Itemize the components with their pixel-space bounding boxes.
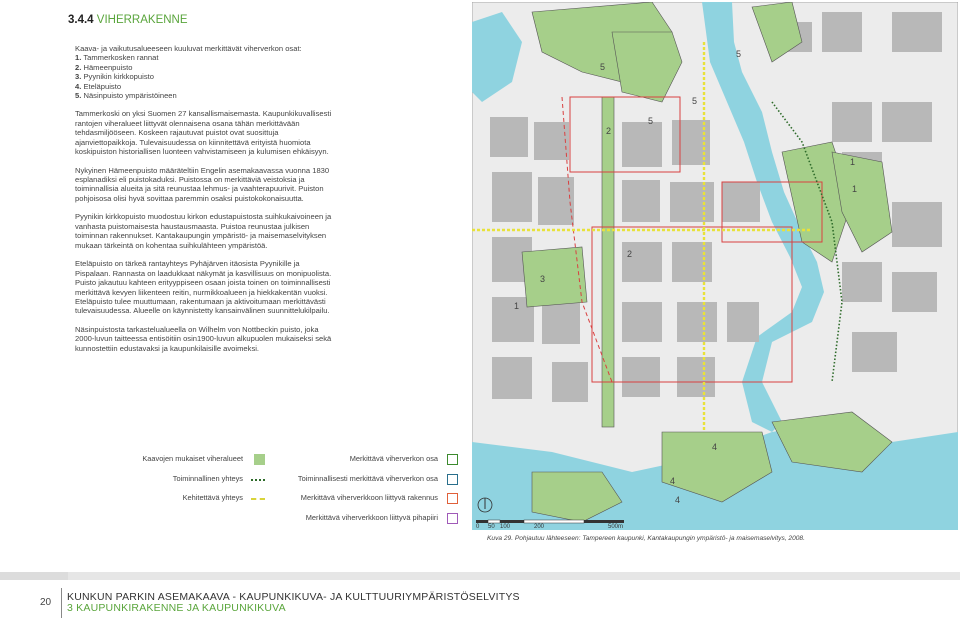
paragraph-etelapuisto: Eteläpuisto on tärkeä rantayhteys Pyhäjä… [75, 259, 332, 316]
green-area-swatch [254, 454, 265, 465]
dotted-line-symbol [251, 479, 265, 481]
green-hameenpuisto [601, 96, 615, 428]
list-item: 5. Näsinpuisto ympäristöineen [75, 91, 177, 101]
paragraph-nasinpuisto: Näsinpuistosta tarkastelualueella on Wil… [75, 324, 332, 353]
legend-right-2: Merkittävä viherverkkoon liittyvä rakenn… [270, 493, 458, 505]
purple-outline-swatch [447, 513, 458, 524]
legend-left-2: Kehitettävä yhteys [110, 493, 265, 505]
legend-right-0: Merkittävä viherverkon osa [270, 454, 458, 466]
scale-bar: 0 50 100 200 500m [476, 493, 636, 533]
paragraph-hameenpuisto: Nykyinen Hämeenpuisto määräteltiin Engel… [75, 165, 330, 203]
scale-label: 50 [488, 524, 495, 530]
intro-text: Kaava- ja vaikutusalueeseen kuuluvat mer… [75, 44, 302, 53]
map-number: 4 [675, 495, 680, 505]
footer-subtitle: 3 KAUPUNKIRAKENNE JA KAUPUNKIKUVA [67, 602, 286, 614]
scale-label: 500m [608, 524, 624, 530]
figure-caption: Kuva 29. Pohjautuu lähteeseen: Tampereen… [487, 535, 805, 542]
map-number: 2 [606, 126, 611, 136]
teal-outline-swatch [447, 474, 458, 485]
section-number: 3.4.4 [68, 14, 94, 26]
legend-left-0: Kaavojen mukaiset viheralueet [110, 454, 265, 466]
dashed-line-symbol [251, 498, 265, 500]
green-network-list: 1. Tammerkosken rannat 2. Hämeenpuisto 3… [75, 53, 337, 100]
map-number: 5 [692, 96, 697, 106]
green-network-map: 5 5 5 5 2 2 1 1 1 3 4 4 4 [472, 2, 958, 530]
map-number: 4 [712, 442, 717, 452]
scale-label: 200 [534, 524, 545, 530]
map-number: 1 [514, 301, 519, 311]
map-number: 1 [850, 157, 855, 167]
list-item: 4. Eteläpuisto [75, 81, 122, 91]
footer-divider [61, 588, 62, 618]
list-item: 3. Pyynikin kirkkopuisto [75, 72, 154, 82]
orange-outline-swatch [447, 493, 458, 504]
section-label: VIHERRAKENNE [96, 14, 188, 26]
footer-band-inner [68, 572, 960, 580]
section-title: 3.4.4 VIHERRAKENNE [68, 14, 188, 26]
list-item: 2. Hämeenpuisto [75, 62, 133, 72]
map-number: 4 [670, 476, 675, 486]
scale-label: 0 [476, 524, 480, 530]
map-number: 3 [540, 274, 545, 284]
body-text: Kaava- ja vaikutusalueeseen kuuluvat mer… [75, 44, 337, 362]
green-kirkkopuisto [521, 246, 588, 308]
map-number: 2 [627, 249, 632, 259]
list-item: 1. Tammerkosken rannat [75, 53, 159, 63]
scale-label: 100 [500, 524, 511, 530]
map-number: 1 [852, 184, 857, 194]
legend-left-1: Toiminnallinen yhteys [110, 474, 265, 486]
paragraph-tammerkoski: Tammerkoski on yksi Suomen 27 kansallism… [75, 109, 332, 157]
map-number: 5 [648, 116, 653, 126]
map-number: 5 [736, 49, 741, 59]
green-outline-swatch [447, 454, 458, 465]
map-number: 5 [600, 62, 605, 72]
paragraph-kirkkopuisto: Pyynikin kirkkopuisto muodostuu kirkon e… [75, 212, 332, 250]
legend-right-3: Merkittävä viherverkkoon liittyvä pihapi… [270, 513, 458, 525]
page-number: 20 [40, 597, 52, 608]
legend-right-1: Toiminnallisesti merkittävä viherverkon … [270, 474, 458, 486]
